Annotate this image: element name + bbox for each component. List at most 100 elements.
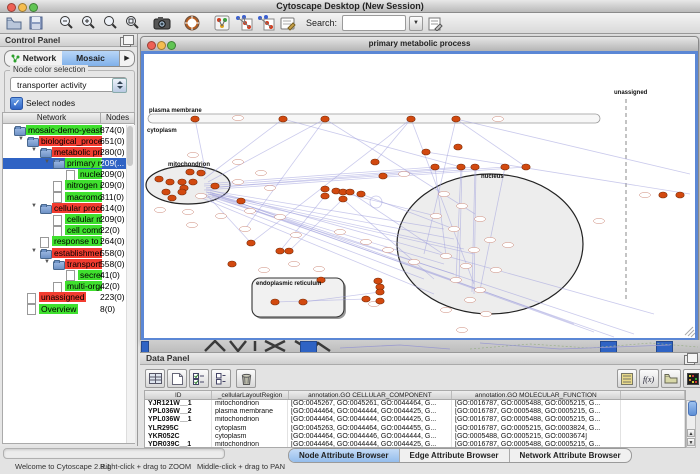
gene-node[interactable] <box>361 239 372 244</box>
gene-node[interactable] <box>465 297 476 302</box>
gene-node[interactable] <box>457 203 468 208</box>
table-cell[interactable]: [GO:0044464, GO:0044446, GO:0044444, G..… <box>288 433 452 441</box>
node-color-combo[interactable]: transporter activity <box>10 77 127 92</box>
select-nodes-checkbox[interactable]: ✓ <box>10 97 23 110</box>
new-attribute-icon[interactable] <box>167 369 187 388</box>
window-titlebar[interactable]: Cytoscape Desktop (New Session) <box>0 0 700 13</box>
selected-gene-node[interactable] <box>376 298 384 304</box>
table-row[interactable]: YPL036W__2plasma membrane[GO:0044464, GO… <box>145 408 685 416</box>
data-panel-float-icon[interactable] <box>684 355 695 365</box>
tree-column-network[interactable]: Network <box>3 113 101 123</box>
gene-node[interactable] <box>196 193 207 198</box>
zoom-out-icon[interactable] <box>56 14 76 32</box>
table-column-header[interactable]: _cellularLayoutRegion <box>212 391 288 399</box>
selected-gene-node[interactable] <box>659 192 667 198</box>
edge[interactable] <box>375 119 411 162</box>
load-attributes-icon[interactable] <box>661 369 681 388</box>
selected-gene-node[interactable] <box>452 116 460 122</box>
selected-gene-node[interactable] <box>454 144 462 150</box>
tree-item-label[interactable]: Overview <box>39 304 78 314</box>
gene-node[interactable] <box>233 115 244 120</box>
selected-gene-node[interactable] <box>357 191 365 197</box>
gene-node[interactable] <box>475 287 486 292</box>
table-cell[interactable]: YDR039C__1 <box>145 441 212 448</box>
table-column-headers[interactable]: ID_cellularLayoutRegionannotation.GO CEL… <box>144 390 686 400</box>
table-cell[interactable]: plasma membrane <box>212 408 288 416</box>
save-icon[interactable] <box>26 14 46 32</box>
table-cell[interactable]: [GO:0016787, GO:0005488, GO:0005215, G..… <box>452 416 621 424</box>
attribute-table[interactable]: YJR121W__1mitochondrion[GO:0045267, GO:0… <box>144 400 686 448</box>
selected-gene-node[interactable] <box>362 296 370 302</box>
tree-item-label[interactable]: response to stimul <box>52 236 102 246</box>
gene-node[interactable] <box>259 267 270 272</box>
table-row[interactable]: YPL036W__1mitochondrion[GO:0044464, GO:0… <box>145 416 685 424</box>
gene-node[interactable] <box>289 261 300 266</box>
selected-gene-node[interactable] <box>155 176 163 182</box>
selected-gene-node[interactable] <box>285 248 293 254</box>
gene-node[interactable] <box>640 192 651 197</box>
table-cell[interactable]: YPL036W__1 <box>145 416 212 424</box>
tree-scrollbar-thumb[interactable] <box>127 126 133 166</box>
gene-node[interactable] <box>245 208 256 213</box>
search-options-icon[interactable] <box>425 14 445 32</box>
gene-node[interactable] <box>240 226 251 231</box>
tree-expander-icon[interactable]: ▼ <box>44 259 50 265</box>
gene-node[interactable] <box>493 116 504 121</box>
float-panel-icon[interactable] <box>120 37 131 47</box>
gene-node[interactable] <box>383 247 394 252</box>
scroll-up-arrow[interactable]: ▲ <box>687 429 695 437</box>
tree-item-label[interactable]: cellular process <box>52 203 102 213</box>
table-column-header[interactable]: annotation.GO MOLECULAR_FUNCTION <box>452 391 620 399</box>
tree-expander-icon[interactable]: ▼ <box>44 159 50 165</box>
tree-row[interactable]: ▼primary metab209(... <box>3 158 134 169</box>
table-cell[interactable]: YJR121W__1 <box>145 400 212 408</box>
table-column-header[interactable]: annotation.GO CELLULAR_COMPONENT <box>289 391 452 399</box>
tree-column-nodes[interactable]: Nodes <box>101 113 134 123</box>
tab-edge-attribute-browser[interactable]: Edge Attribute Browser <box>400 449 510 462</box>
table-cell[interactable]: YLR295C <box>145 425 212 433</box>
table-cell[interactable] <box>621 416 685 424</box>
table-cell[interactable]: YKR052C <box>145 433 212 441</box>
selected-gene-node[interactable] <box>178 189 186 195</box>
table-row[interactable]: YDR039C__1mitochondrion[GO:0044464, GO:0… <box>145 441 685 448</box>
tree-row[interactable]: ▼establishment of lo558(0) <box>3 247 134 258</box>
table-cell[interactable]: [GO:0016787, GO:0005488, GO:0005215, G..… <box>452 408 621 416</box>
vizmapper-icon[interactable] <box>212 14 232 32</box>
table-row[interactable]: YKR052Ccytoplasm[GO:0044464, GO:0044446,… <box>145 433 685 441</box>
edge[interactable] <box>204 119 283 179</box>
table-cell[interactable]: cytoplasm <box>212 433 288 441</box>
tab-node-attribute-browser[interactable]: Node Attribute Browser <box>289 449 400 462</box>
table-cell[interactable] <box>621 425 685 433</box>
selected-gene-node[interactable] <box>228 261 236 267</box>
table-cell[interactable]: cytoplasm <box>212 425 288 433</box>
gene-node[interactable] <box>314 266 325 271</box>
selected-gene-node[interactable] <box>271 299 279 305</box>
gene-node[interactable] <box>155 207 166 212</box>
table-cell[interactable] <box>621 400 685 408</box>
table-row[interactable]: YLR295Ccytoplasm[GO:0045263, GO:0044464,… <box>145 425 685 433</box>
selected-gene-node[interactable] <box>178 179 186 185</box>
tree-expander-icon[interactable]: ▼ <box>31 248 37 254</box>
table-cell[interactable] <box>621 433 685 441</box>
selected-gene-node[interactable] <box>186 169 194 175</box>
gene-node[interactable] <box>491 267 502 272</box>
compartment-nucleus[interactable] <box>397 174 583 314</box>
selected-gene-node[interactable] <box>457 164 465 170</box>
tree-scrollbar[interactable] <box>126 125 135 443</box>
table-cell[interactable]: mitochondrion <box>212 416 288 424</box>
zoom-in-icon[interactable] <box>78 14 98 32</box>
gene-node[interactable] <box>451 277 462 282</box>
gene-node[interactable] <box>441 307 452 312</box>
gene-node[interactable] <box>265 185 276 190</box>
tree-row[interactable]: ▼biological_process651(0) <box>3 135 134 146</box>
gene-node[interactable] <box>233 179 244 184</box>
gene-node[interactable] <box>399 171 410 176</box>
selected-gene-node[interactable] <box>279 116 287 122</box>
tree-expander-icon[interactable]: ▼ <box>18 136 24 142</box>
gene-node[interactable] <box>481 311 492 316</box>
tree-item-label[interactable]: metabolic process <box>52 147 102 157</box>
tree-item-label[interactable]: establishment of lo <box>52 248 102 258</box>
annotation-icon[interactable] <box>278 14 298 32</box>
selected-gene-node[interactable] <box>346 189 354 195</box>
tree-row[interactable]: macromolecule311(0) <box>3 191 134 202</box>
